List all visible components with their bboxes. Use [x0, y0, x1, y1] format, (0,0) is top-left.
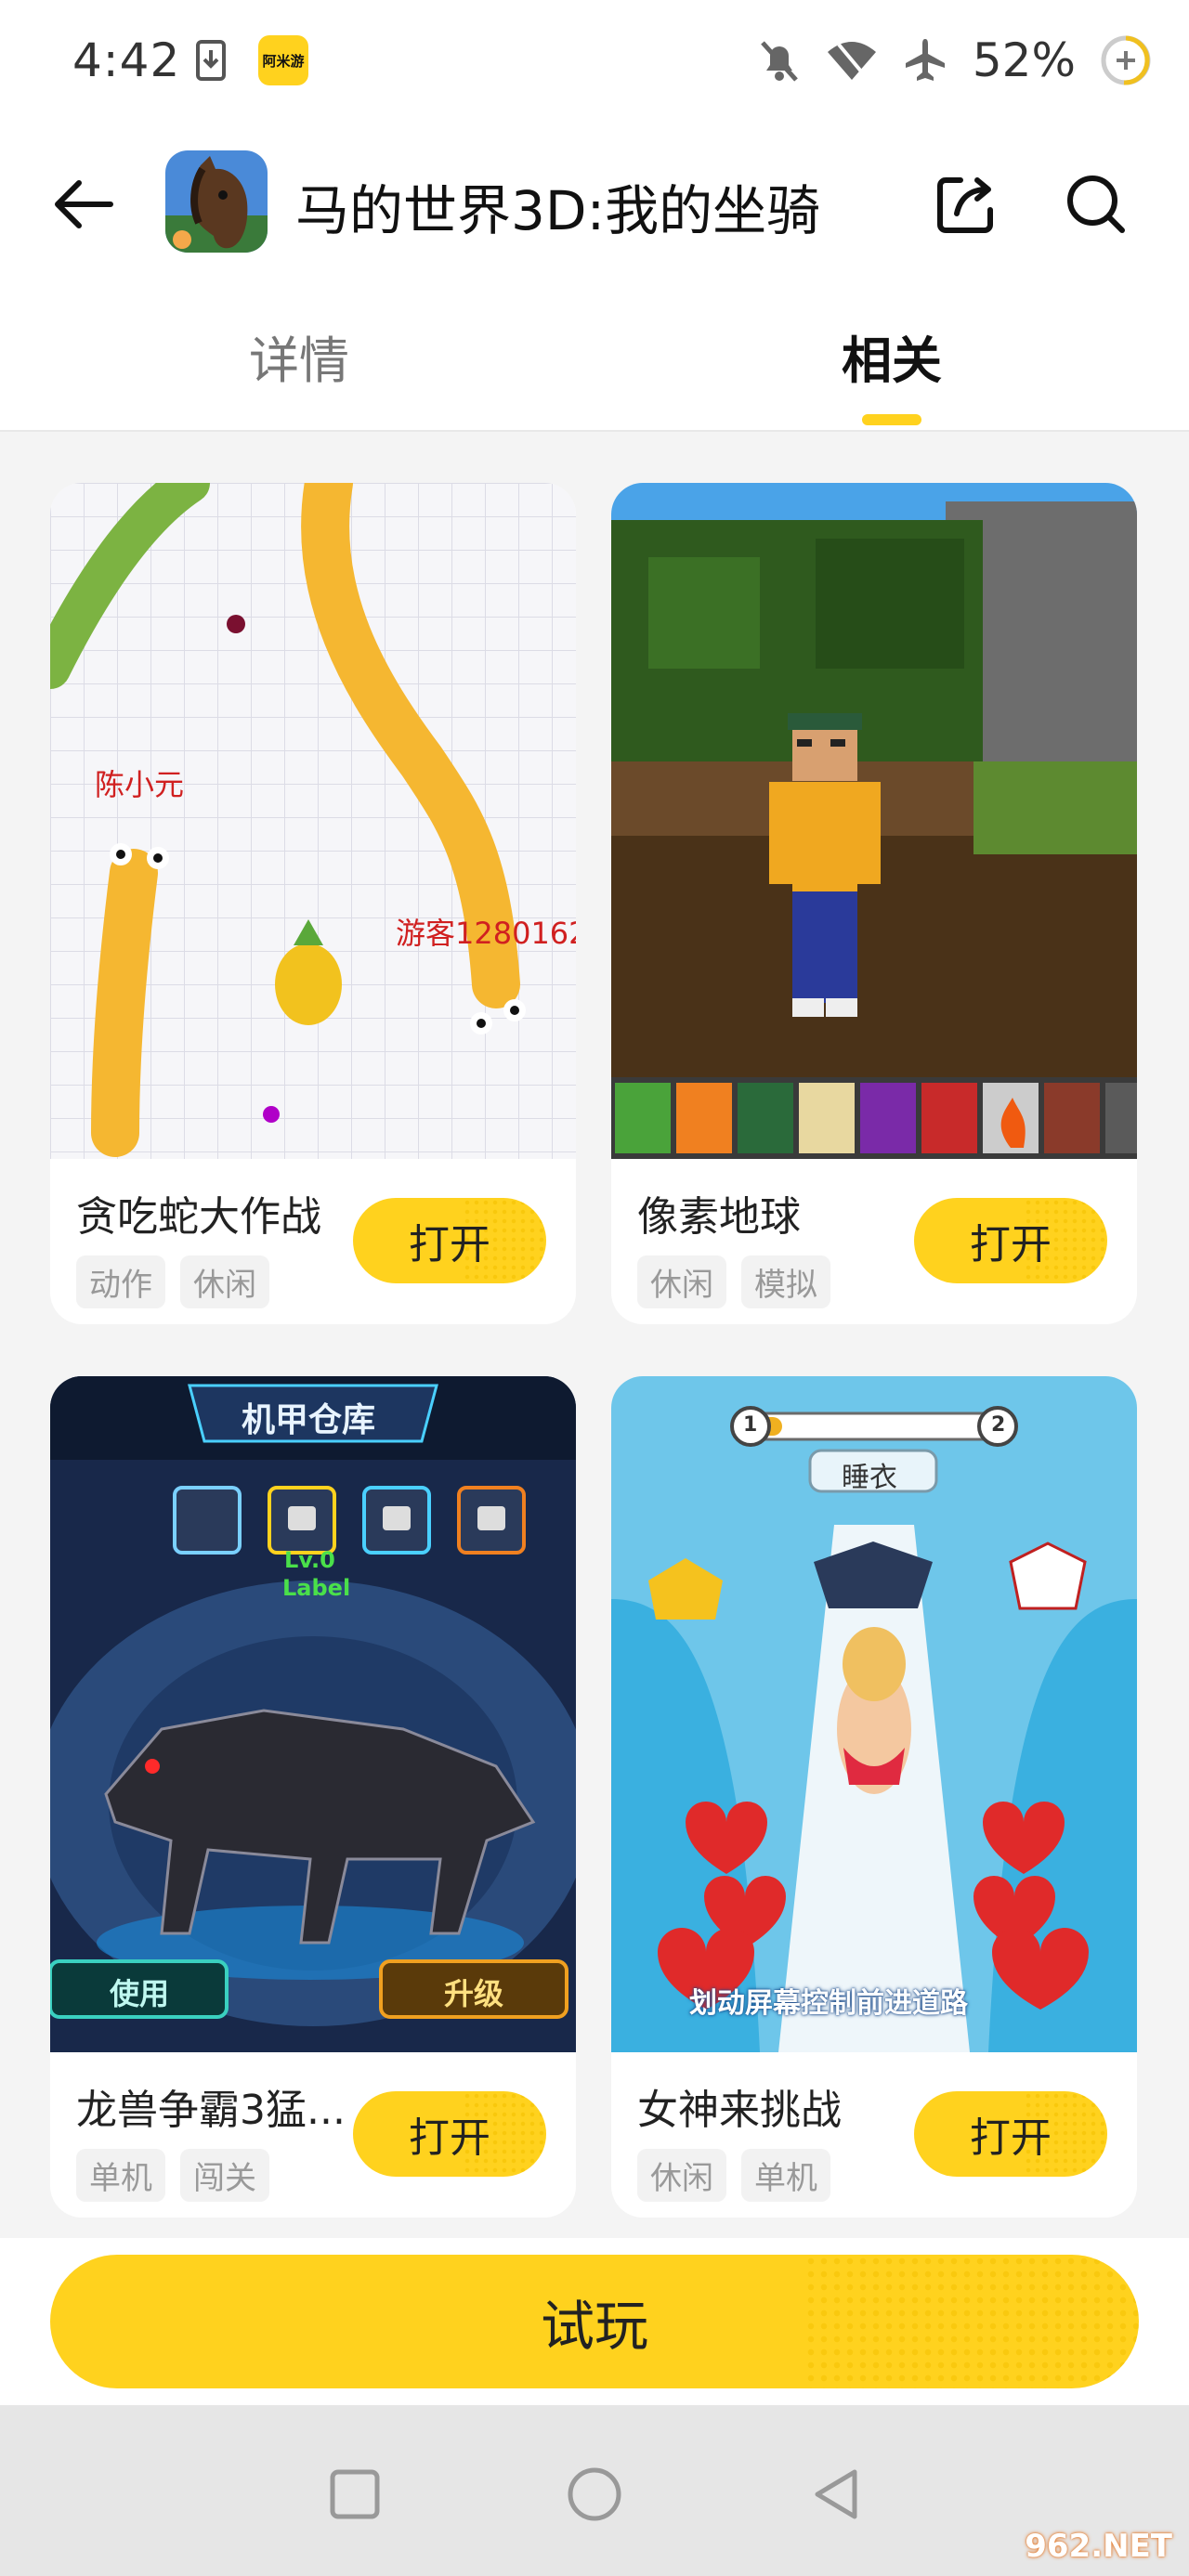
download-icon: [196, 40, 226, 81]
screenshot-label: Label: [282, 1575, 351, 1601]
screenshot-label: 使用: [110, 1976, 170, 2011]
app-notification-text: 阿米游: [262, 52, 305, 70]
mute-bell-icon: [761, 41, 798, 82]
open-button[interactable]: 打开: [914, 2091, 1107, 2177]
home-button[interactable]: [557, 2457, 632, 2531]
tag: 闯关: [180, 2149, 269, 2202]
game-name: 贪吃蛇大作战: [76, 1193, 321, 1241]
active-tab-indicator: [862, 414, 921, 425]
open-button[interactable]: 打开: [353, 1198, 546, 1283]
game-name: 像素地球: [637, 1193, 801, 1241]
open-button-label: 打开: [409, 2114, 490, 2162]
open-button[interactable]: 打开: [914, 1198, 1107, 1283]
tag: 休闲: [180, 1255, 269, 1308]
game-card[interactable]: 陈小元 游客1280162 贪吃蛇大作战 动作 休闲 打开: [50, 483, 576, 1324]
game-tags: 动作 休闲: [76, 1255, 269, 1308]
status-time: 4:42: [72, 33, 181, 87]
trial-button[interactable]: 试玩: [50, 2255, 1139, 2388]
battery-percent: 52%: [972, 33, 1076, 87]
search-icon: [1067, 176, 1125, 233]
screenshot-label: 游客1280162: [396, 916, 576, 951]
screenshot-label: 陈小元: [95, 767, 185, 802]
watermark: 962.NET: [1025, 2528, 1172, 2565]
app-header: 马的世界3D:我的坐骑: [0, 121, 1189, 279]
screenshot-label: 机甲仓库: [242, 1401, 376, 1439]
mech-game-image: [50, 1376, 576, 2052]
open-button-label: 打开: [970, 1221, 1052, 1268]
square-icon: [330, 2469, 380, 2519]
tab-details[interactable]: 详情: [249, 319, 349, 393]
game-tags: 单机 闯关: [76, 2149, 269, 2202]
tag: 动作: [76, 1255, 165, 1308]
airplane-icon: [905, 39, 945, 81]
trial-button-label: 试玩: [540, 2295, 648, 2358]
tab-related[interactable]: 相关: [842, 319, 942, 393]
game-name: 龙兽争霸3猛...: [76, 2087, 346, 2134]
screenshot-label: 划动屏幕控制前进道路: [689, 1987, 968, 2020]
battery-icon: [1101, 35, 1151, 85]
game-screenshot: 1 2 睡衣 划动屏幕控制前进道路: [611, 1376, 1137, 2052]
screenshot-label: 睡衣: [842, 1462, 897, 1494]
game-screenshot: [611, 483, 1137, 1159]
screenshot-label: Lv.0: [284, 1547, 335, 1573]
search-button[interactable]: [1059, 167, 1133, 241]
wifi-icon: [827, 42, 876, 80]
game-tags: 休闲 模拟: [637, 1255, 830, 1308]
arrow-left-icon: [55, 180, 113, 228]
tag: 单机: [741, 2149, 830, 2202]
screenshot-label: 升级: [444, 1976, 504, 2011]
circle-icon: [568, 2467, 621, 2521]
tag: 单机: [76, 2149, 165, 2202]
open-button[interactable]: 打开: [353, 2091, 546, 2177]
pixel-world-image: [611, 483, 1137, 1159]
game-screenshot: 陈小元 游客1280162: [50, 483, 576, 1159]
horse-head-icon: [165, 150, 268, 253]
open-button-label: 打开: [970, 2114, 1052, 2162]
screenshot-label: 2: [991, 1413, 1006, 1437]
share-icon: [937, 177, 993, 233]
screenshot-label: 1: [743, 1413, 758, 1437]
back-nav-button[interactable]: [799, 2457, 873, 2531]
open-button-label: 打开: [409, 1221, 490, 1268]
game-card[interactable]: 1 2 睡衣 划动屏幕控制前进道路 女神来挑战 休闲 单机 打开: [611, 1376, 1137, 2218]
recents-button[interactable]: [318, 2457, 392, 2531]
share-button[interactable]: [929, 167, 1003, 241]
status-bar: 4:42 阿米游 52%: [0, 0, 1189, 121]
tag: 模拟: [741, 1255, 830, 1308]
game-name: 女神来挑战: [637, 2087, 842, 2134]
bottom-action-bar: 试玩: [0, 2238, 1189, 2405]
back-button[interactable]: [46, 167, 121, 241]
triangle-back-icon: [815, 2469, 857, 2519]
system-nav-bar: 962.NET: [0, 2405, 1189, 2576]
app-notification-icon: 阿米游: [258, 35, 308, 85]
tab-bar: 详情 相关: [0, 279, 1189, 432]
page-title: 马的世界3D:我的坐骑: [295, 179, 821, 242]
game-card[interactable]: 机甲仓库 Lv.0 Label 使用 升级 龙兽争霸3猛... 单机 闯关 打开: [50, 1376, 576, 2218]
game-screenshot: 机甲仓库 Lv.0 Label 使用 升级: [50, 1376, 576, 2052]
app-icon: [165, 150, 268, 253]
snake-game-image: [50, 483, 576, 1159]
game-card[interactable]: 像素地球 休闲 模拟 打开: [611, 483, 1137, 1324]
tag: 休闲: [637, 2149, 726, 2202]
tag: 休闲: [637, 1255, 726, 1308]
game-tags: 休闲 单机: [637, 2149, 830, 2202]
